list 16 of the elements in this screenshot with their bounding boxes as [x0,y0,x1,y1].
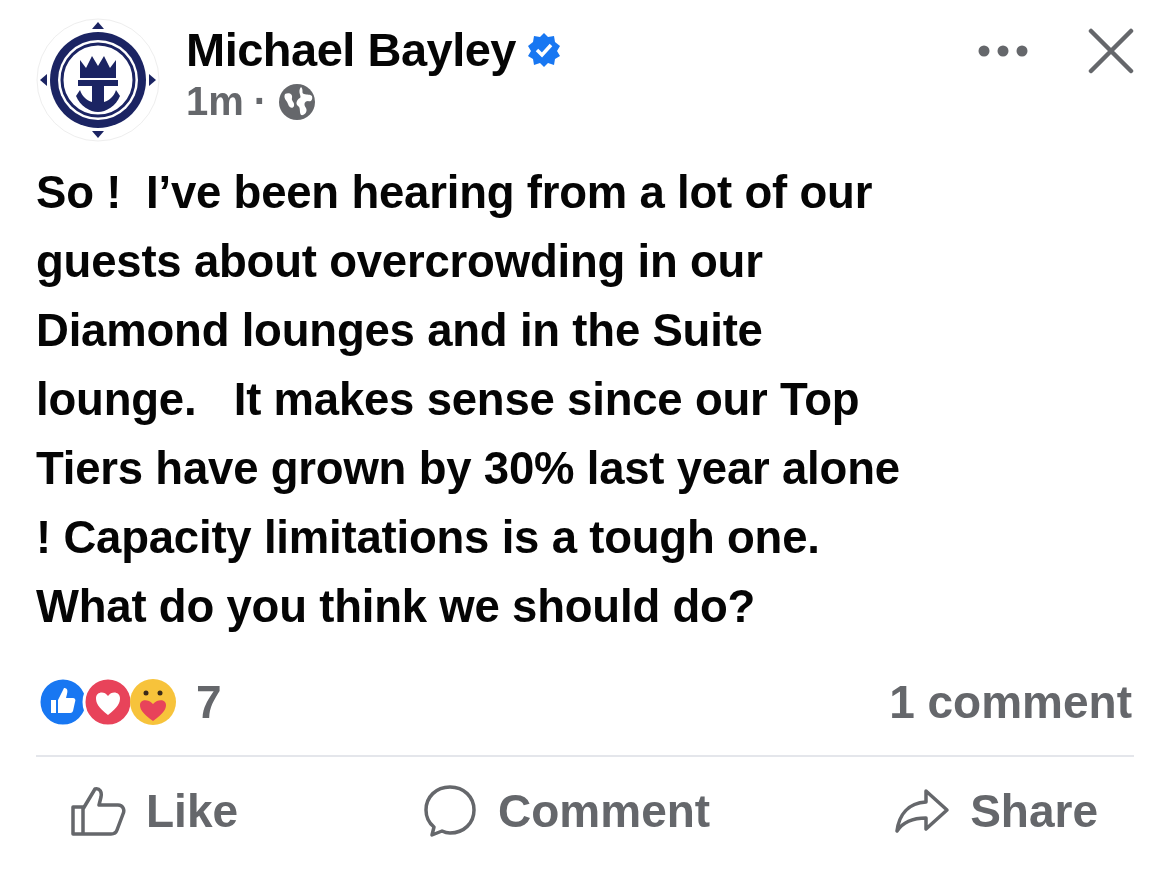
reaction-count[interactable]: 7 [196,675,222,729]
comment-count[interactable]: 1 comment [889,675,1132,729]
author-name[interactable]: Michael Bayley [186,22,516,77]
avatar-logo[interactable] [36,18,160,142]
share-arrow-icon [894,788,951,834]
thumbs-up-icon [70,785,126,837]
share-button[interactable]: Share [894,783,1098,839]
comment-button[interactable]: Comment [422,783,711,839]
separator-dot: · [253,79,268,124]
like-button[interactable]: Like [70,783,239,839]
globe-icon [277,81,318,122]
post-time[interactable]: 1m [186,79,244,124]
more-options-icon[interactable] [978,45,1028,57]
close-icon[interactable] [1088,28,1134,74]
post-text: So ! I’ve been hearing from a lot of our guests about overcrowding in our Diamond lounges and in the Suite lounge. It makes sense since our Top Tiers have grown by 30% last year alone ! Capacity limitations is a tough one. What do you think we should do? [36,166,901,634]
speech-bubble-icon [422,783,479,839]
